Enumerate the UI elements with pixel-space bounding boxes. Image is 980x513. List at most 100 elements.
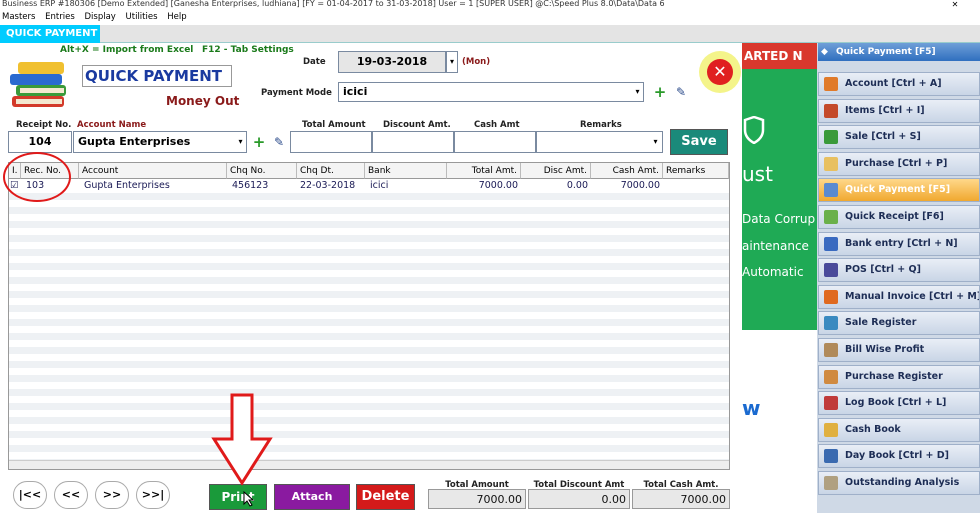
sidebar-item-log-book[interactable]: Log Book [Ctrl + L] bbox=[818, 391, 980, 415]
grid-empty-row bbox=[9, 200, 729, 207]
sidebar-item-purchase-register[interactable]: Purchase Register bbox=[818, 365, 980, 389]
grid-empty-row bbox=[9, 228, 729, 235]
total-amount-label: Total Amount bbox=[302, 120, 366, 130]
grid-empty-row bbox=[9, 396, 729, 403]
sidebar-item-account[interactable]: Account [Ctrl + A] bbox=[818, 72, 980, 96]
account-name-select[interactable]: Gupta Enterprises bbox=[73, 131, 247, 153]
nav-last-button[interactable]: >>| bbox=[136, 481, 170, 509]
sidebar-item-quick-receipt[interactable]: Quick Receipt [F6] bbox=[818, 205, 980, 229]
sidebar-item-purchase[interactable]: Purchase [Ctrl + P] bbox=[818, 152, 980, 176]
discount-amt-input[interactable] bbox=[372, 131, 454, 153]
promo-text-5: w bbox=[742, 396, 761, 420]
receipt-no-input[interactable]: 104 bbox=[8, 131, 72, 153]
add-account-icon[interactable]: + bbox=[251, 133, 267, 151]
sale-icon bbox=[824, 130, 838, 144]
footer-total-amount-value: 7000.00 bbox=[428, 489, 526, 509]
menu-display[interactable]: Display bbox=[84, 12, 115, 22]
grid-empty-row bbox=[9, 221, 729, 228]
tab-quick-payment[interactable]: QUICK PAYMENT bbox=[0, 25, 100, 43]
sidebar-item-quick-payment[interactable]: Quick Payment [F5] bbox=[818, 178, 980, 202]
pos-icon bbox=[824, 263, 838, 277]
nav-prev-button[interactable]: << bbox=[54, 481, 88, 509]
grid-empty-row bbox=[9, 417, 729, 424]
grid-empty-row bbox=[9, 347, 729, 354]
add-payment-mode-icon[interactable]: + bbox=[652, 83, 668, 101]
sidebar-item-items[interactable]: Items [Ctrl + I] bbox=[818, 99, 980, 123]
sidebar-item-pos[interactable]: POS [Ctrl + Q] bbox=[818, 258, 980, 282]
nav-first-button[interactable]: |<< bbox=[13, 481, 47, 509]
edit-account-icon[interactable]: ✎ bbox=[271, 133, 287, 151]
sidebar-item-label: Purchase [Ctrl + P] bbox=[845, 158, 948, 169]
grid-empty-row bbox=[9, 424, 729, 431]
grid-empty-row bbox=[9, 410, 729, 417]
grid-horizontal-scrollbar[interactable] bbox=[9, 460, 729, 469]
sidebar-item-sale-register[interactable]: Sale Register bbox=[818, 311, 980, 335]
edit-payment-mode-icon[interactable]: ✎ bbox=[673, 83, 689, 101]
payment-mode-label: Payment Mode bbox=[261, 88, 332, 98]
cell-chq-dt: 22-03-2018 bbox=[300, 180, 356, 191]
cash-amt-input[interactable] bbox=[454, 131, 536, 153]
menu-entries[interactable]: Entries bbox=[45, 12, 75, 22]
save-button[interactable]: Save bbox=[670, 129, 728, 155]
sidebar-item-label: Purchase Register bbox=[845, 371, 943, 382]
menu-utilities[interactable]: Utilities bbox=[126, 12, 158, 22]
close-form-button[interactable]: ✕ bbox=[699, 51, 741, 93]
col-header-remarks[interactable]: Remarks bbox=[663, 163, 729, 179]
cell-bank: icici bbox=[370, 180, 389, 191]
grid-empty-row bbox=[9, 312, 729, 319]
receipt-no-label: Receipt No. bbox=[16, 120, 72, 130]
grid-empty-row bbox=[9, 270, 729, 277]
account-dropdown-icon[interactable]: ▾ bbox=[235, 132, 246, 152]
grid-empty-row bbox=[9, 326, 729, 333]
sidebar-item-cash-book[interactable]: Cash Book bbox=[818, 418, 980, 442]
sidebar-item-label: Bank entry [Ctrl + N] bbox=[845, 238, 958, 249]
quick-receipt-icon bbox=[824, 210, 838, 224]
table-row[interactable]: ☑ 103 Gupta Enterprises 456123 22-03-201… bbox=[9, 179, 729, 193]
menu-help[interactable]: Help bbox=[167, 12, 186, 22]
sidebar-item-label: Quick Receipt [F6] bbox=[845, 211, 944, 222]
col-header-disc-amt[interactable]: Disc Amt. bbox=[521, 163, 591, 179]
delete-button[interactable]: Delete bbox=[356, 484, 415, 510]
cell-total-amt: 7000.00 bbox=[478, 180, 518, 191]
grid-empty-row bbox=[9, 319, 729, 326]
pin-icon: ◆ bbox=[821, 47, 828, 57]
col-header-total-amt[interactable]: Total Amt. bbox=[447, 163, 521, 179]
col-header-cash-amt[interactable]: Cash Amt. bbox=[591, 163, 663, 179]
grid-empty-row bbox=[9, 438, 729, 445]
remarks-select[interactable] bbox=[536, 131, 663, 153]
mouse-cursor-icon bbox=[243, 490, 255, 507]
date-input[interactable]: 19-03-2018 bbox=[338, 51, 446, 73]
payment-mode-select[interactable]: icici bbox=[338, 82, 644, 102]
sidebar-item-label: Account [Ctrl + A] bbox=[845, 78, 942, 89]
col-header-account[interactable]: Account bbox=[79, 163, 227, 179]
grid-empty-row bbox=[9, 193, 729, 200]
attach-button[interactable]: Attach bbox=[274, 484, 350, 510]
sidebar-item-outstanding-analysis[interactable]: Outstanding Analysis bbox=[818, 471, 980, 495]
payment-mode-dropdown-icon[interactable]: ▾ bbox=[632, 83, 643, 101]
page-subtitle: Money Out bbox=[166, 94, 240, 108]
grid-empty-row bbox=[9, 256, 729, 263]
remarks-dropdown-icon[interactable]: ▾ bbox=[650, 132, 661, 152]
date-dropdown-icon[interactable]: ▾ bbox=[446, 51, 458, 73]
sidebar-item-bill-wise-profit[interactable]: Bill Wise Profit bbox=[818, 338, 980, 362]
menu-masters[interactable]: Masters bbox=[2, 12, 35, 22]
sidebar-item-bank-entry[interactable]: Bank entry [Ctrl + N] bbox=[818, 232, 980, 256]
day-of-week: (Mon) bbox=[462, 57, 491, 67]
sidebar-item-manual-invoice[interactable]: Manual Invoice [Ctrl + M] bbox=[818, 285, 980, 309]
sidebar-item-label: Cash Book bbox=[845, 424, 901, 435]
grid-empty-row bbox=[9, 382, 729, 389]
total-amount-input[interactable] bbox=[290, 131, 372, 153]
col-header-chq-no[interactable]: Chq No. bbox=[227, 163, 297, 179]
col-header-chq-dt[interactable]: Chq Dt. bbox=[297, 163, 365, 179]
sidebar-item-sale[interactable]: Sale [Ctrl + S] bbox=[818, 125, 980, 149]
col-header-bank[interactable]: Bank bbox=[365, 163, 447, 179]
sidebar-item-label: Manual Invoice [Ctrl + M] bbox=[845, 291, 980, 302]
sale-register-icon bbox=[824, 316, 838, 330]
sidebar-item-day-book[interactable]: Day Book [Ctrl + D] bbox=[818, 444, 980, 468]
grid-empty-row bbox=[9, 431, 729, 438]
bill-wise-profit-icon bbox=[824, 343, 838, 357]
nav-next-button[interactable]: >> bbox=[95, 481, 129, 509]
quick-payment-icon bbox=[824, 183, 838, 197]
window-close-button[interactable]: ✕ bbox=[930, 0, 980, 10]
grid-empty-row bbox=[9, 291, 729, 298]
